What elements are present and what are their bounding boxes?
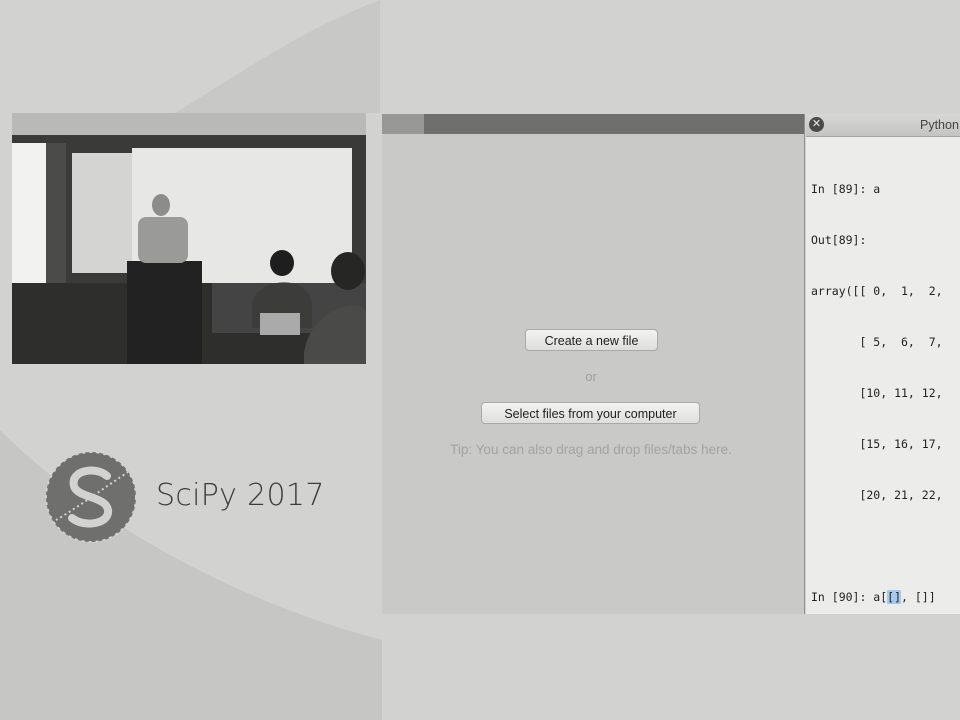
editor-tab[interactable] bbox=[382, 114, 424, 134]
or-separator: or bbox=[585, 369, 597, 384]
console-header: ✕ Python bbox=[806, 114, 960, 137]
console-line: Out[89]: bbox=[811, 233, 867, 247]
event-name: SciPy 2017 bbox=[156, 478, 325, 513]
speaker-video bbox=[12, 113, 366, 364]
console-line: [15, 16, 17, bbox=[811, 437, 943, 451]
console-line: [10, 11, 12, bbox=[811, 386, 943, 400]
editor-panel: Create a new file or Select files from y… bbox=[382, 114, 805, 614]
console-input-line[interactable]: In [90]: a[[], []] bbox=[811, 589, 960, 606]
create-new-file-button[interactable]: Create a new file bbox=[525, 329, 658, 351]
close-icon[interactable]: ✕ bbox=[809, 117, 824, 132]
select-files-button[interactable]: Select files from your computer bbox=[481, 402, 700, 424]
console-line: [20, 21, 22, bbox=[811, 488, 943, 502]
console-output[interactable]: In [89]: a Out[89]: array([[ 0, 1, 2, [ … bbox=[811, 147, 960, 614]
console-prompt: In [90]: a[ bbox=[811, 590, 888, 604]
editor-tab-bar bbox=[382, 114, 804, 134]
console-title: Python bbox=[920, 118, 959, 132]
scipy-s-logo-icon bbox=[45, 451, 137, 543]
drag-drop-tip: Tip: You can also drag and drop files/ta… bbox=[450, 442, 732, 457]
text-cursor: [] bbox=[887, 590, 902, 604]
console-line: [ 5, 6, 7, bbox=[811, 335, 943, 349]
console-line: array([[ 0, 1, 2, bbox=[811, 284, 943, 298]
console-line: In [89]: a bbox=[811, 182, 881, 196]
console-input-rest: , []] bbox=[901, 590, 936, 604]
python-console-panel: ✕ Python In [89]: a Out[89]: array([[ 0,… bbox=[806, 114, 960, 614]
